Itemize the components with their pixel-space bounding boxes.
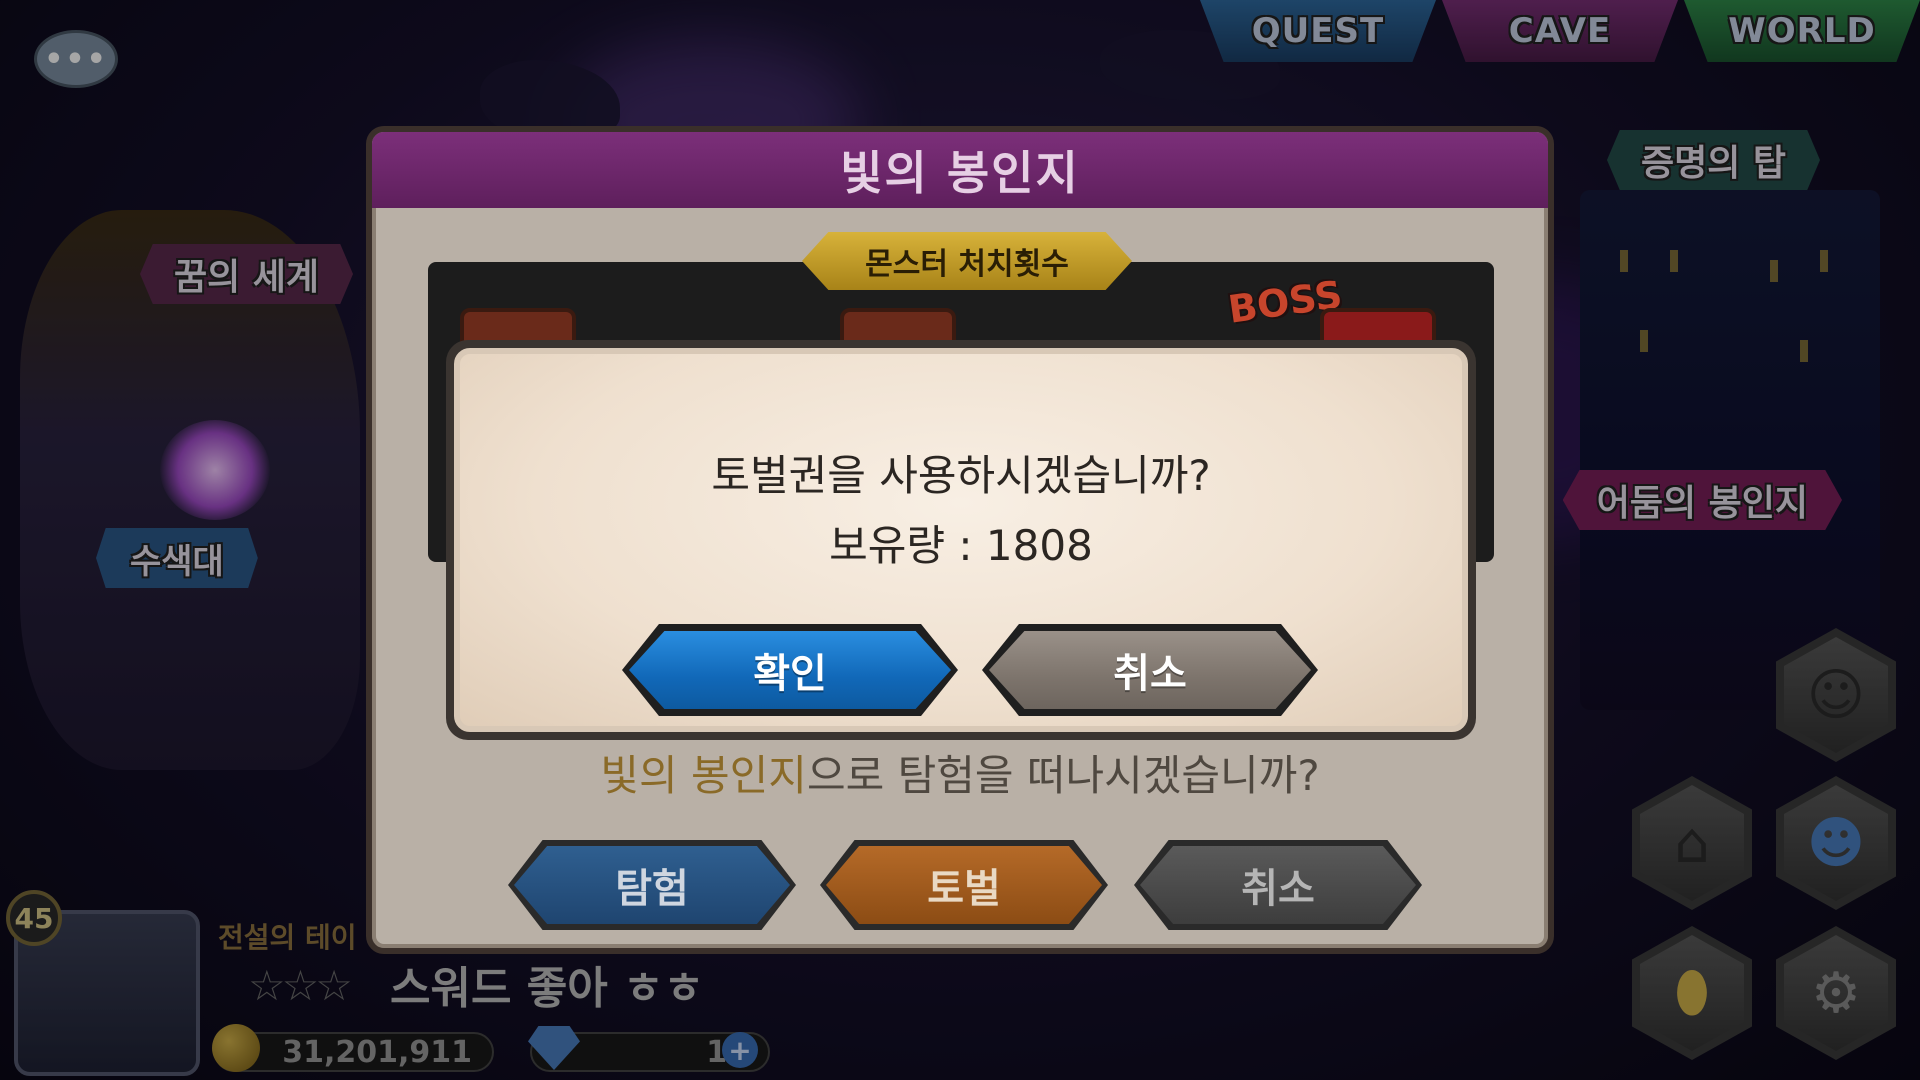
question-text: 으로 탐험을 떠나시겠습니까? — [806, 751, 1320, 800]
dialog-cancel-label: 취소 — [1140, 846, 1416, 924]
expedition-question: 빛의 봉인지으로 탐험을 떠나시겠습니까? — [372, 742, 1548, 803]
ticket-amount: 보유량 : 1808 — [829, 521, 1093, 570]
confirm-modal: 토벌권을 사용하시겠습니까? 보유량 : 1808 확인 취소 — [446, 340, 1476, 740]
confirm-message: 토벌권을 사용하시겠습니까? — [711, 451, 1211, 500]
dialog-cancel-button[interactable]: 취소 — [1134, 840, 1422, 930]
confirm-ok-label: 확인 — [629, 631, 951, 709]
dialog-title: 빛의 봉인지 — [840, 146, 1080, 200]
kill-count-label: 몬스터 처치횟수 — [802, 232, 1132, 290]
stage-name-highlight: 빛의 봉인지 — [600, 751, 807, 800]
confirm-modal-body: 토벌권을 사용하시겠습니까? 보유량 : 1808 확인 취소 — [454, 348, 1468, 732]
punish-button[interactable]: 토벌 — [820, 840, 1108, 930]
confirm-ok-button[interactable]: 확인 — [622, 624, 958, 716]
dialog-title-bar: 빛의 봉인지 — [372, 132, 1548, 208]
explore-button-label: 탐험 — [514, 846, 790, 924]
punish-button-label: 토벌 — [826, 846, 1102, 924]
explore-button[interactable]: 탐험 — [508, 840, 796, 930]
confirm-cancel-button[interactable]: 취소 — [982, 624, 1318, 716]
confirm-cancel-label: 취소 — [989, 631, 1311, 709]
